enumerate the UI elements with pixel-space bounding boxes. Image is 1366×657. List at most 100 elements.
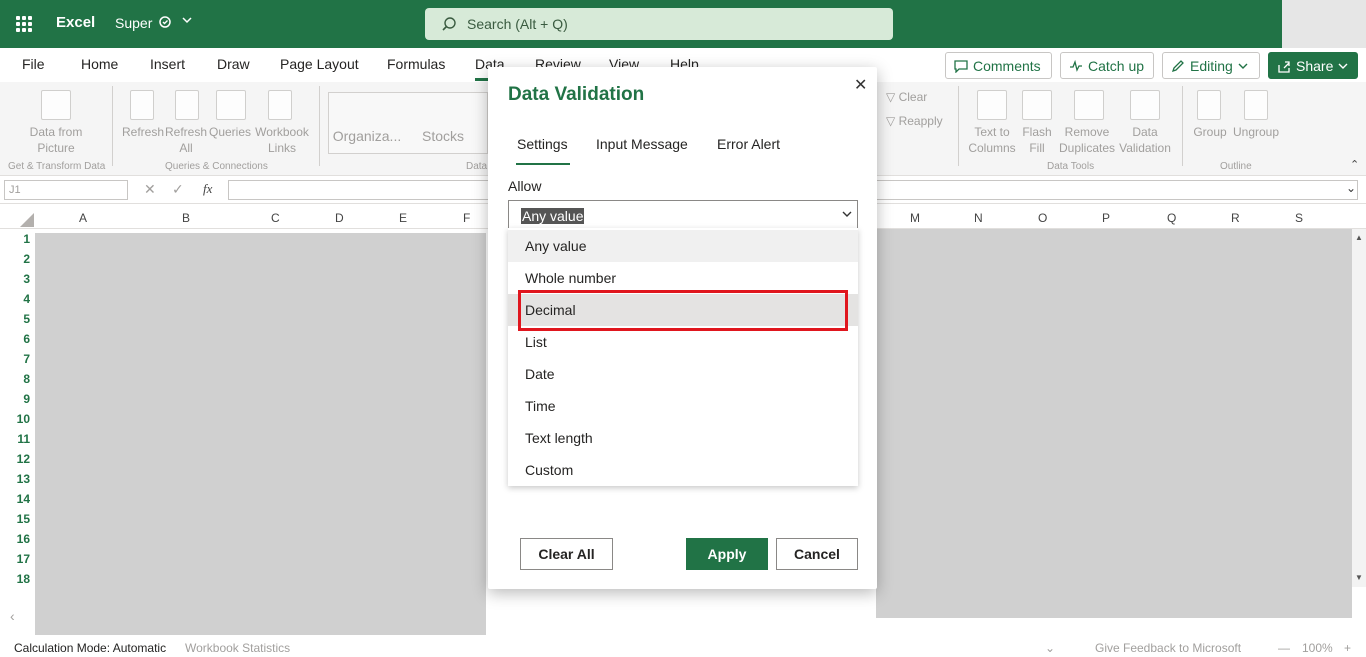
column-header[interactable]: F	[463, 211, 470, 225]
chevron-down-icon[interactable]	[841, 208, 853, 223]
zoom-out-icon[interactable]: —	[1278, 641, 1290, 655]
row-header[interactable]: 16	[0, 532, 30, 546]
row-header[interactable]: 9	[0, 392, 30, 406]
refresh-all-button[interactable]: Refresh All	[165, 124, 207, 156]
allow-select[interactable]: Any value	[508, 200, 858, 229]
column-header[interactable]: P	[1102, 211, 1110, 225]
name-box[interactable]: J1	[4, 180, 128, 200]
data-validation-button[interactable]: Data Validation	[1116, 124, 1174, 156]
feedback-link[interactable]: Give Feedback to Microsoft	[1095, 641, 1241, 655]
file-name[interactable]: Super	[115, 15, 152, 31]
stocks-data-type[interactable]: Stocks	[418, 128, 468, 144]
tab-formulas[interactable]: Formulas	[387, 56, 445, 72]
option-custom[interactable]: Custom	[508, 454, 858, 486]
row-header[interactable]: 11	[0, 432, 30, 446]
apply-button[interactable]: Apply	[686, 538, 768, 570]
column-header[interactable]: C	[271, 211, 280, 225]
share-button[interactable]: Share	[1268, 52, 1358, 79]
tab-page-layout[interactable]: Page Layout	[280, 56, 359, 72]
row-header[interactable]: 8	[0, 372, 30, 386]
queries-button[interactable]: Queries	[207, 124, 253, 140]
zoom-level[interactable]: 100%	[1302, 641, 1333, 655]
option-time[interactable]: Time	[508, 390, 858, 422]
clear-all-button[interactable]: Clear All	[520, 538, 613, 570]
row-header[interactable]: 14	[0, 492, 30, 506]
column-header[interactable]: N	[974, 211, 983, 225]
cell-grid-right[interactable]	[876, 229, 1352, 618]
collapse-ribbon-icon[interactable]: ⌃	[1350, 158, 1359, 171]
tab-insert[interactable]: Insert	[150, 56, 185, 72]
row-header[interactable]: 6	[0, 332, 30, 346]
column-header[interactable]: S	[1295, 211, 1303, 225]
column-header[interactable]: B	[182, 211, 190, 225]
tab-input-message[interactable]: Input Message	[596, 136, 688, 152]
editing-mode-button[interactable]: Editing	[1162, 52, 1260, 79]
cancel-entry-icon[interactable]: ✕	[144, 181, 156, 198]
app-name[interactable]: Excel	[56, 14, 95, 31]
row-header[interactable]: 5	[0, 312, 30, 326]
select-all-corner[interactable]	[20, 213, 34, 227]
row-header[interactable]: 2	[0, 252, 30, 266]
column-header[interactable]: O	[1038, 211, 1047, 225]
tab-settings[interactable]: Settings	[517, 136, 568, 152]
close-icon[interactable]: ✕	[854, 75, 867, 95]
option-decimal[interactable]: Decimal	[508, 294, 858, 326]
data-from-picture-button[interactable]: Data from Picture	[20, 124, 92, 156]
row-header[interactable]: 7	[0, 352, 30, 366]
row-header[interactable]: 4	[0, 292, 30, 306]
column-header[interactable]: R	[1231, 211, 1240, 225]
confirm-entry-icon[interactable]: ✓	[172, 181, 184, 198]
cancel-button[interactable]: Cancel	[776, 538, 858, 570]
chevron-down-icon[interactable]	[182, 14, 192, 28]
autosave-icon[interactable]	[158, 14, 174, 33]
vertical-scrollbar[interactable]: ▲ ▼	[1352, 229, 1366, 587]
row-header[interactable]: 18	[0, 572, 30, 586]
refresh-button[interactable]: Refresh	[122, 124, 164, 140]
clear-filter-button[interactable]: ▽ Clear	[886, 89, 946, 105]
column-header[interactable]: Q	[1167, 211, 1176, 225]
option-date[interactable]: Date	[508, 358, 858, 390]
organization-data-type[interactable]: Organiza...	[332, 128, 402, 144]
scroll-left-icon[interactable]: ‹	[10, 608, 15, 624]
remove-duplicates-button[interactable]: Remove Duplicates	[1058, 124, 1116, 156]
option-text-length[interactable]: Text length	[508, 422, 858, 454]
data-types-gallery[interactable]	[328, 92, 488, 154]
text-to-columns-button[interactable]: Text to Columns	[964, 124, 1020, 156]
chevron-down-icon[interactable]: ⌄	[1045, 641, 1055, 655]
tab-draw[interactable]: Draw	[217, 56, 250, 72]
option-whole-number[interactable]: Whole number	[508, 262, 858, 294]
tab-home[interactable]: Home	[81, 56, 118, 72]
ungroup-button[interactable]: Ungroup	[1230, 124, 1282, 140]
insert-function-icon[interactable]: fx	[203, 181, 212, 197]
row-header[interactable]: 13	[0, 472, 30, 486]
row-header[interactable]: 17	[0, 552, 30, 566]
option-list[interactable]: List	[508, 326, 858, 358]
reapply-button[interactable]: ▽ Reapply	[886, 113, 956, 129]
column-header[interactable]: A	[79, 211, 87, 225]
group-button[interactable]: Group	[1190, 124, 1230, 140]
row-header[interactable]: 12	[0, 452, 30, 466]
tab-error-alert[interactable]: Error Alert	[717, 136, 780, 152]
calculation-mode[interactable]: Calculation Mode: Automatic	[14, 641, 166, 655]
row-header[interactable]: 3	[0, 272, 30, 286]
comments-button[interactable]: Comments	[945, 52, 1052, 79]
column-header[interactable]: M	[910, 211, 920, 225]
cell-grid-left[interactable]	[35, 233, 486, 635]
row-header[interactable]: 15	[0, 512, 30, 526]
row-header[interactable]: 10	[0, 412, 30, 426]
expand-formula-bar-icon[interactable]: ⌄	[1346, 181, 1356, 195]
tab-file[interactable]: File	[22, 56, 45, 72]
scroll-down-icon[interactable]: ▼	[1355, 573, 1363, 582]
column-header[interactable]: E	[399, 211, 407, 225]
scroll-up-icon[interactable]: ▲	[1355, 233, 1363, 242]
workbook-statistics[interactable]: Workbook Statistics	[185, 641, 290, 655]
option-any-value[interactable]: Any value	[508, 230, 858, 262]
row-header[interactable]: 1	[0, 232, 30, 246]
catch-up-button[interactable]: Catch up	[1060, 52, 1154, 79]
zoom-in-icon[interactable]: +	[1344, 641, 1351, 655]
flash-fill-button[interactable]: Flash Fill	[1017, 124, 1057, 156]
workbook-links-button[interactable]: Workbook Links	[253, 124, 311, 156]
search-box[interactable]: Search (Alt + Q)	[425, 8, 893, 40]
column-header[interactable]: D	[335, 211, 344, 225]
app-launcher-icon[interactable]	[16, 16, 32, 32]
